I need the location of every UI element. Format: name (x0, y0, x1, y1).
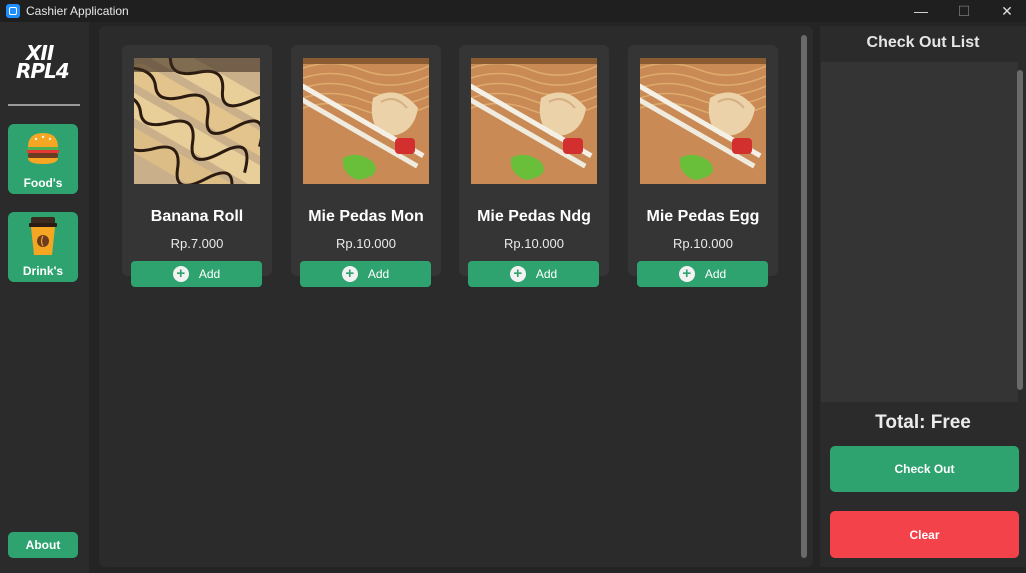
logo: XII RPL4 (16, 43, 72, 88)
total-label: Total: Free (875, 412, 971, 433)
plus-circle-icon: + (172, 266, 189, 282)
product-card: Mie Pedas Mon Rp.10.000 + Add (291, 45, 441, 287)
checkout-panel: Check Out List Total: Free Check Out Cle… (820, 26, 1026, 567)
product-name: Mie Pedas Mon (308, 208, 424, 225)
sidebar: XII RPL4 Food's Drink's About (0, 22, 89, 573)
add-label: Add (198, 267, 221, 281)
product-name: Mie Pedas Ndg (477, 208, 591, 225)
product-card: Mie Pedas Ndg Rp.10.000 + Add (459, 45, 609, 287)
sidebar-divider (8, 104, 80, 106)
add-to-cart-button[interactable]: + Add (300, 261, 431, 287)
banana-roll-image (134, 58, 260, 184)
product-grid-scrollbar[interactable] (801, 35, 807, 558)
noodle-image (640, 58, 766, 184)
category-drinks-button[interactable]: Drink's (8, 212, 78, 282)
clear-button[interactable]: Clear (830, 511, 1019, 558)
plus-circle-icon: + (341, 266, 358, 282)
product-price: Rp.10.000 (336, 236, 396, 251)
add-label: Add (535, 267, 558, 281)
logo-line-2: RPL4 (16, 59, 70, 83)
product-price: Rp.10.000 (504, 236, 564, 251)
add-label: Add (704, 267, 727, 281)
app-icon (6, 4, 20, 18)
burger-icon (27, 133, 59, 164)
checkout-button[interactable]: Check Out (830, 446, 1019, 492)
product-price: Rp.10.000 (673, 236, 733, 251)
add-to-cart-button[interactable]: + Add (131, 261, 262, 287)
about-button[interactable]: About (8, 532, 78, 558)
noodle-image (303, 58, 429, 184)
plus-circle-icon: + (678, 266, 695, 282)
add-to-cart-button[interactable]: + Add (637, 261, 768, 287)
title-bar: Cashier Application — ☐ ✕ (0, 0, 1026, 22)
product-price: Rp.7.000 (170, 236, 224, 251)
category-foods-button[interactable]: Food's (8, 124, 78, 194)
window-title: Cashier Application (26, 4, 129, 18)
checkout-list-scrollbar[interactable] (1017, 70, 1023, 390)
close-button[interactable]: ✕ (984, 0, 1026, 22)
category-foods-label: Food's (23, 176, 63, 190)
checkout-list (821, 62, 1018, 402)
product-name: Banana Roll (150, 208, 244, 225)
add-label: Add (367, 267, 390, 281)
plus-circle-icon: + (509, 266, 526, 282)
product-card: Banana Roll Rp.7.000 + Add (122, 45, 272, 287)
noodle-image (471, 58, 597, 184)
product-card: Mie Pedas Egg Rp.10.000 + Add (628, 45, 778, 287)
maximize-button[interactable]: ☐ (941, 0, 987, 22)
product-grid: Banana Roll Rp.7.000 + Add Mie Pedas Mon… (99, 26, 813, 567)
add-to-cart-button[interactable]: + Add (468, 261, 599, 287)
minimize-button[interactable]: — (898, 0, 944, 22)
checkout-title: Check Out List (866, 34, 980, 51)
product-name: Mie Pedas Egg (646, 208, 760, 225)
category-drinks-label: Drink's (22, 264, 64, 278)
coffee-cup-icon (29, 217, 57, 255)
